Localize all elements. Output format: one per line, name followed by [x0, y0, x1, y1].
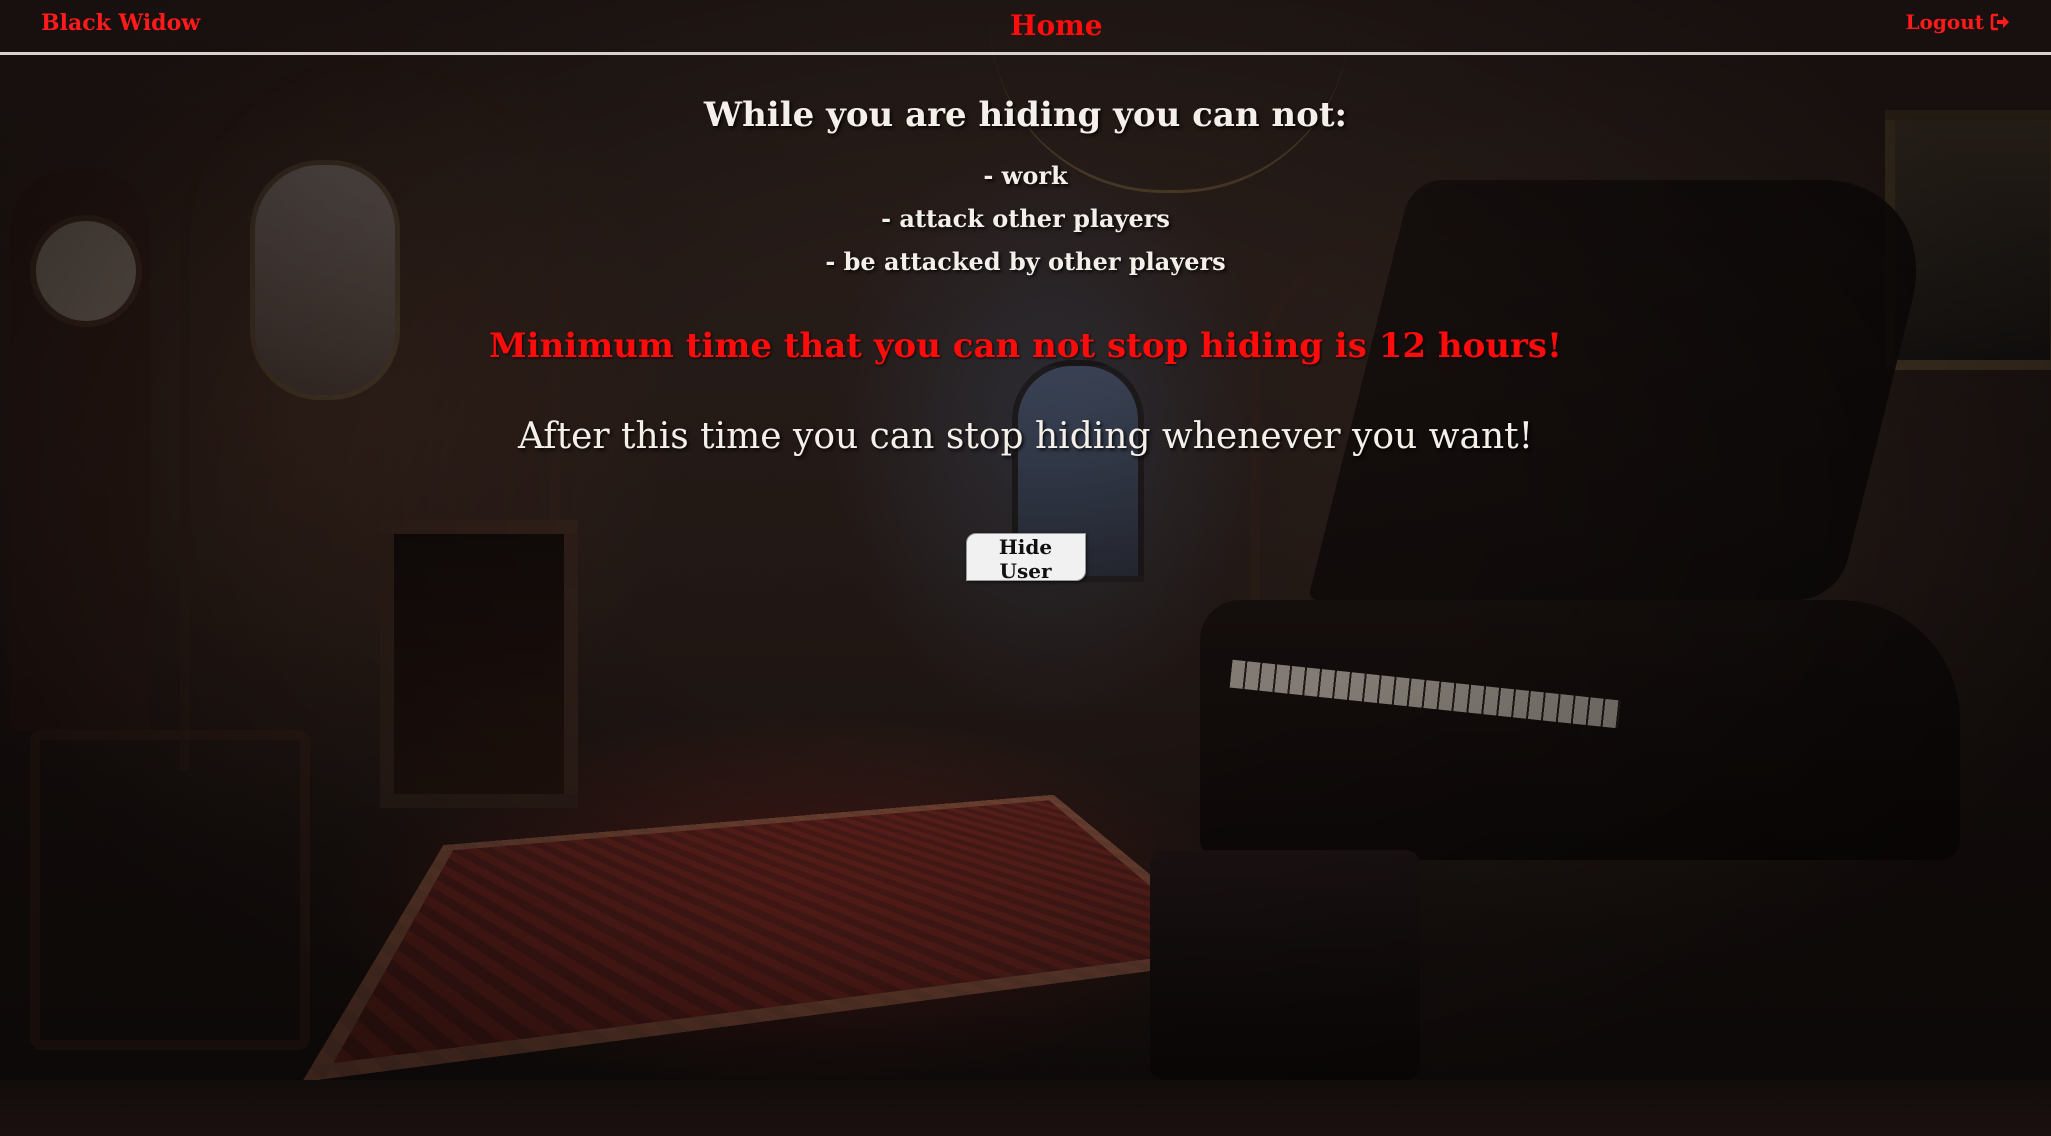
piano-keys [1229, 659, 1621, 729]
home-link[interactable]: Home [1010, 9, 1103, 42]
hide-user-button[interactable]: Hide User [965, 533, 1086, 583]
restrictions-list: - work - attack other players - be attac… [0, 154, 2051, 283]
restriction-item: - be attacked by other players [825, 247, 1226, 276]
top-navbar: Black Widow Home Logout [0, 0, 2051, 55]
restriction-item: - work [983, 161, 1068, 190]
page-heading: While you are hiding you can not: [703, 95, 1348, 135]
minimum-time-warning: Minimum time that you can not stop hidin… [489, 326, 1562, 366]
hide-info-panel: While you are hiding you can not: - work… [0, 90, 2051, 583]
logout-arrow-icon [1990, 13, 2010, 31]
after-time-note: After this time you can stop hiding when… [517, 416, 1534, 457]
logout-label: Logout [1905, 10, 1984, 34]
restriction-item: - attack other players [881, 204, 1170, 233]
logout-link[interactable]: Logout [1905, 10, 2010, 34]
grand-piano [1200, 600, 1960, 860]
piano-bench [1150, 850, 1420, 1080]
brand-link[interactable]: Black Widow [41, 10, 200, 36]
rocking-chair [30, 730, 310, 1050]
rug [302, 794, 1252, 1083]
footer-bar [0, 1080, 2051, 1136]
